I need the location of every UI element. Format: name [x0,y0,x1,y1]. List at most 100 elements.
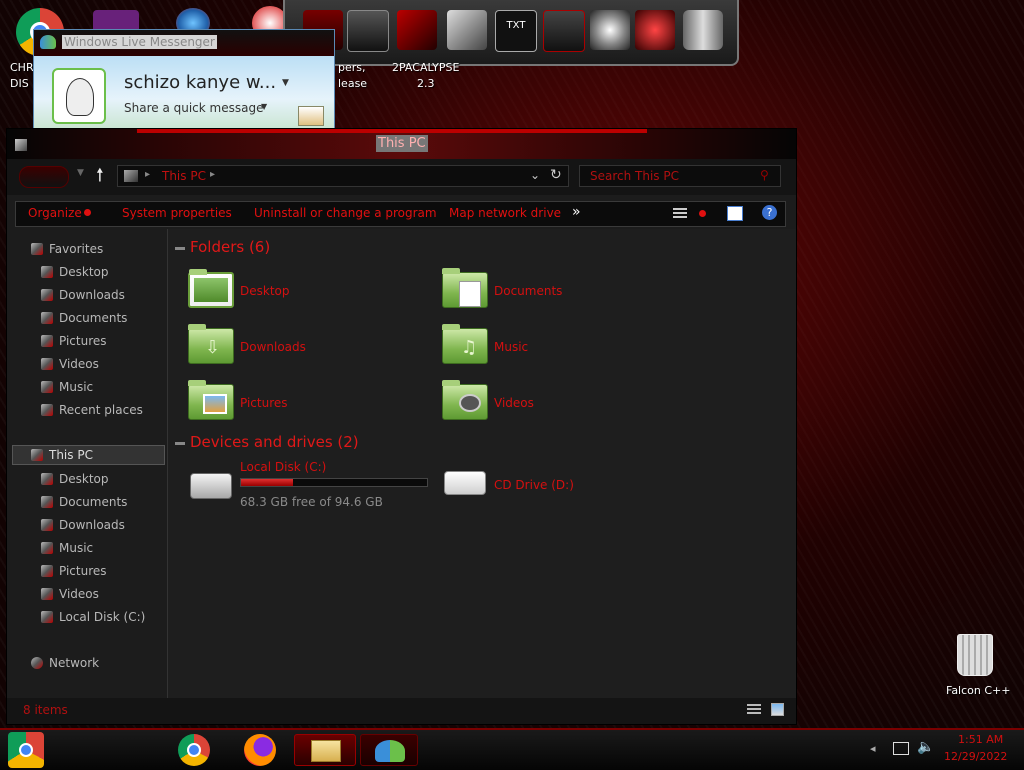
clock-date[interactable]: 12/29/2022 [944,750,1007,763]
drive-free-space: 68.3 GB free of 94.6 GB [240,495,383,509]
messenger-icon [40,35,56,49]
sidebar-item-downloads[interactable]: Downloads [41,286,125,304]
recent-locations-chevron[interactable]: ▼ [77,168,84,178]
sidebar-heading-favorites[interactable]: Favorites [31,240,103,258]
organize-button[interactable]: Organize [28,206,82,220]
folder-downloads[interactable]: ⇩ Downloads [188,324,428,368]
folder-label: Music [494,340,529,354]
messenger-window[interactable]: Windows Live Messenger schizo kanye w...… [33,29,335,129]
dock-icon-alien[interactable] [635,10,675,50]
sidebar-item-videos[interactable]: Videos [41,585,99,603]
network-icon [31,657,43,669]
sidebar-item-pictures[interactable]: Pictures [41,562,107,580]
folder-music[interactable]: ♫ Music [442,324,682,368]
downloads-icon [41,519,53,531]
taskbar-firefox[interactable] [242,734,278,766]
sidebar-item-recent-places[interactable]: Recent places [41,401,143,419]
folder-downloads-icon: ⇩ [188,324,234,364]
sidebar-item-music[interactable]: Music [41,378,93,396]
documents-icon [41,496,53,508]
desktop-icon [41,473,53,485]
sidebar-item-documents[interactable]: Documents [41,309,127,327]
folder-videos-icon [442,380,488,420]
help-icon[interactable]: ? [762,205,777,220]
dock-icon-trash[interactable] [683,10,723,50]
uninstall-program-button[interactable]: Uninstall or change a program [254,206,437,220]
folder-videos[interactable]: Videos [442,380,682,424]
drive-d[interactable]: CD Drive (D:) [442,469,642,505]
desktop-icon-recycle-bin[interactable]: Falcon C++ [940,632,1012,702]
details-view-icon[interactable] [747,704,761,716]
mail-icon[interactable] [298,106,324,126]
dock-icon-webcam[interactable] [590,10,630,50]
avatar[interactable] [52,68,106,124]
sidebar-item-desktop[interactable]: Desktop [41,263,109,281]
dock-icon-txt[interactable]: TXT [495,10,537,52]
folder-desktop[interactable]: Desktop [188,269,428,312]
breadcrumb-arrow[interactable]: ▸ [210,169,215,180]
sidebar-item-network[interactable]: Network [31,654,99,672]
folders-group-header[interactable]: Folders (6) [174,238,270,256]
sidebar-item-label: Downloads [59,518,125,532]
sidebar-item-label: Recent places [59,403,143,417]
refresh-icon[interactable]: ↻ [550,167,562,183]
sidebar-item-local-disk[interactable]: Local Disk (C:) [41,608,145,626]
drive-c[interactable]: Local Disk (C:) 68.3 GB free of 94.6 GB [188,459,433,511]
address-dropdown-icon[interactable]: ⌄ [530,168,540,182]
tray-overflow-icon[interactable]: ◂ [870,742,876,755]
sidebar-heading-label: This PC [49,448,93,462]
preview-pane-icon[interactable] [727,206,743,221]
contact-name[interactable]: schizo kanye w... [124,72,276,93]
desktop-icon-label: CHR DIS [10,61,34,90]
large-icons-view-icon[interactable] [771,703,784,716]
documents-icon [41,312,53,324]
view-options-icon[interactable] [673,208,687,220]
messenger-title-bar[interactable]: Windows Live Messenger [34,30,334,56]
taskbar-chrome[interactable] [176,734,212,766]
sidebar-item-music[interactable]: Music [41,539,93,557]
breadcrumb-arrow[interactable]: ▸ [145,169,150,180]
desktop-icon-label: pers, lease [338,61,368,90]
breadcrumb[interactable]: This PC [162,169,206,183]
sidebar-item-downloads[interactable]: Downloads [41,516,125,534]
folder-documents[interactable]: Documents [442,268,682,312]
status-bar: 8 items [7,698,796,724]
dock-icon-cube[interactable] [447,10,487,50]
window-title-bar[interactable]: This PC [7,129,796,159]
map-network-drive-button[interactable]: Map network drive [449,206,561,220]
address-field[interactable]: ▸ This PC ▸ ⌄ ↻ [117,165,569,187]
search-icon[interactable]: ⚲ [760,168,769,182]
back-forward-buttons[interactable] [19,166,69,188]
dock-icon-gpu[interactable] [397,10,437,50]
sidebar-item-this-pc-selected[interactable]: This PC [12,445,165,465]
drive-usage-fill [241,479,294,486]
dock-icon-folder[interactable] [543,10,585,52]
sidebar-item-label: Downloads [59,288,125,302]
sidebar-item-label: Network [49,656,100,670]
volume-icon[interactable]: 🔈 [917,739,934,755]
chevron-down-icon[interactable]: ▼ [261,102,267,111]
clock-time[interactable]: 1:51 AM [958,733,1003,746]
up-arrow-icon[interactable]: 🠕 [96,163,104,193]
videos-icon [41,358,53,370]
status-message-field[interactable]: Share a quick message [124,101,263,115]
system-properties-button[interactable]: System properties [122,206,232,220]
view-dropdown-icon[interactable] [699,210,706,217]
sidebar-item-desktop[interactable]: Desktop [41,470,109,488]
network-tray-icon[interactable] [893,742,909,755]
folder-pictures[interactable]: Pictures [188,380,428,424]
more-commands-button[interactable]: » [572,204,581,220]
explorer-window[interactable]: This PC ▼ 🠕 ▸ This PC ▸ ⌄ ↻ Search This … [6,128,797,725]
sidebar-item-pictures[interactable]: Pictures [41,332,107,350]
search-input[interactable]: Search This PC ⚲ [579,165,781,187]
sidebar-item-documents[interactable]: Documents [41,493,127,511]
sidebar-item-videos[interactable]: Videos [41,355,99,373]
organize-dropdown-icon[interactable] [84,209,91,216]
start-button[interactable] [8,732,44,768]
devices-group-header[interactable]: Devices and drives (2) [175,433,359,451]
taskbar-messenger[interactable] [360,734,418,766]
taskbar-explorer-active[interactable] [294,734,356,766]
chevron-down-icon[interactable]: ▼ [282,78,289,88]
item-count: 8 items [23,703,68,717]
dock-icon-monitor[interactable] [347,10,389,52]
